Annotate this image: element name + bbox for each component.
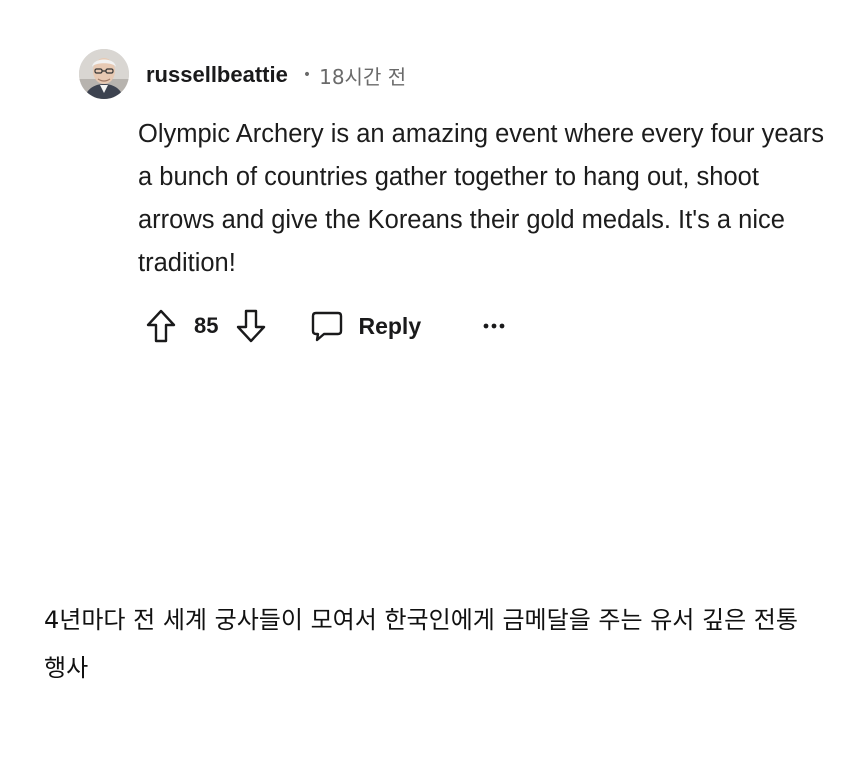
comment-body: Olympic Archery is an amazing event wher… [138, 120, 824, 277]
comment-timestamp[interactable]: 18시간 전 [319, 61, 406, 90]
reply-button[interactable]: Reply [310, 310, 421, 342]
user-avatar-icon [79, 49, 129, 99]
comment-action-bar: 85 Reply [146, 305, 505, 347]
reply-label: Reply [358, 312, 422, 339]
more-options-button[interactable] [483, 322, 505, 330]
arrow-down-icon [237, 309, 266, 343]
downvote-button[interactable] [236, 309, 266, 343]
caption-text: 4년마다 전 세계 궁사들이 모여서 한국인에게 금메달을 주는 유서 깊은 전… [44, 606, 798, 682]
speech-bubble-icon [312, 311, 343, 342]
author-username[interactable]: russellbeattie [146, 62, 288, 88]
comment-meta: russellbeattie • 18시간 전 [146, 58, 406, 92]
comment-card: russellbeattie • 18시간 전 Olympic Archery … [0, 0, 850, 360]
meta-separator: • [302, 67, 312, 83]
arrow-up-icon [146, 309, 176, 343]
avatar[interactable] [79, 49, 129, 99]
vote-count: 85 [194, 313, 219, 338]
ellipsis-icon [483, 323, 505, 329]
upvote-button[interactable] [146, 309, 176, 343]
